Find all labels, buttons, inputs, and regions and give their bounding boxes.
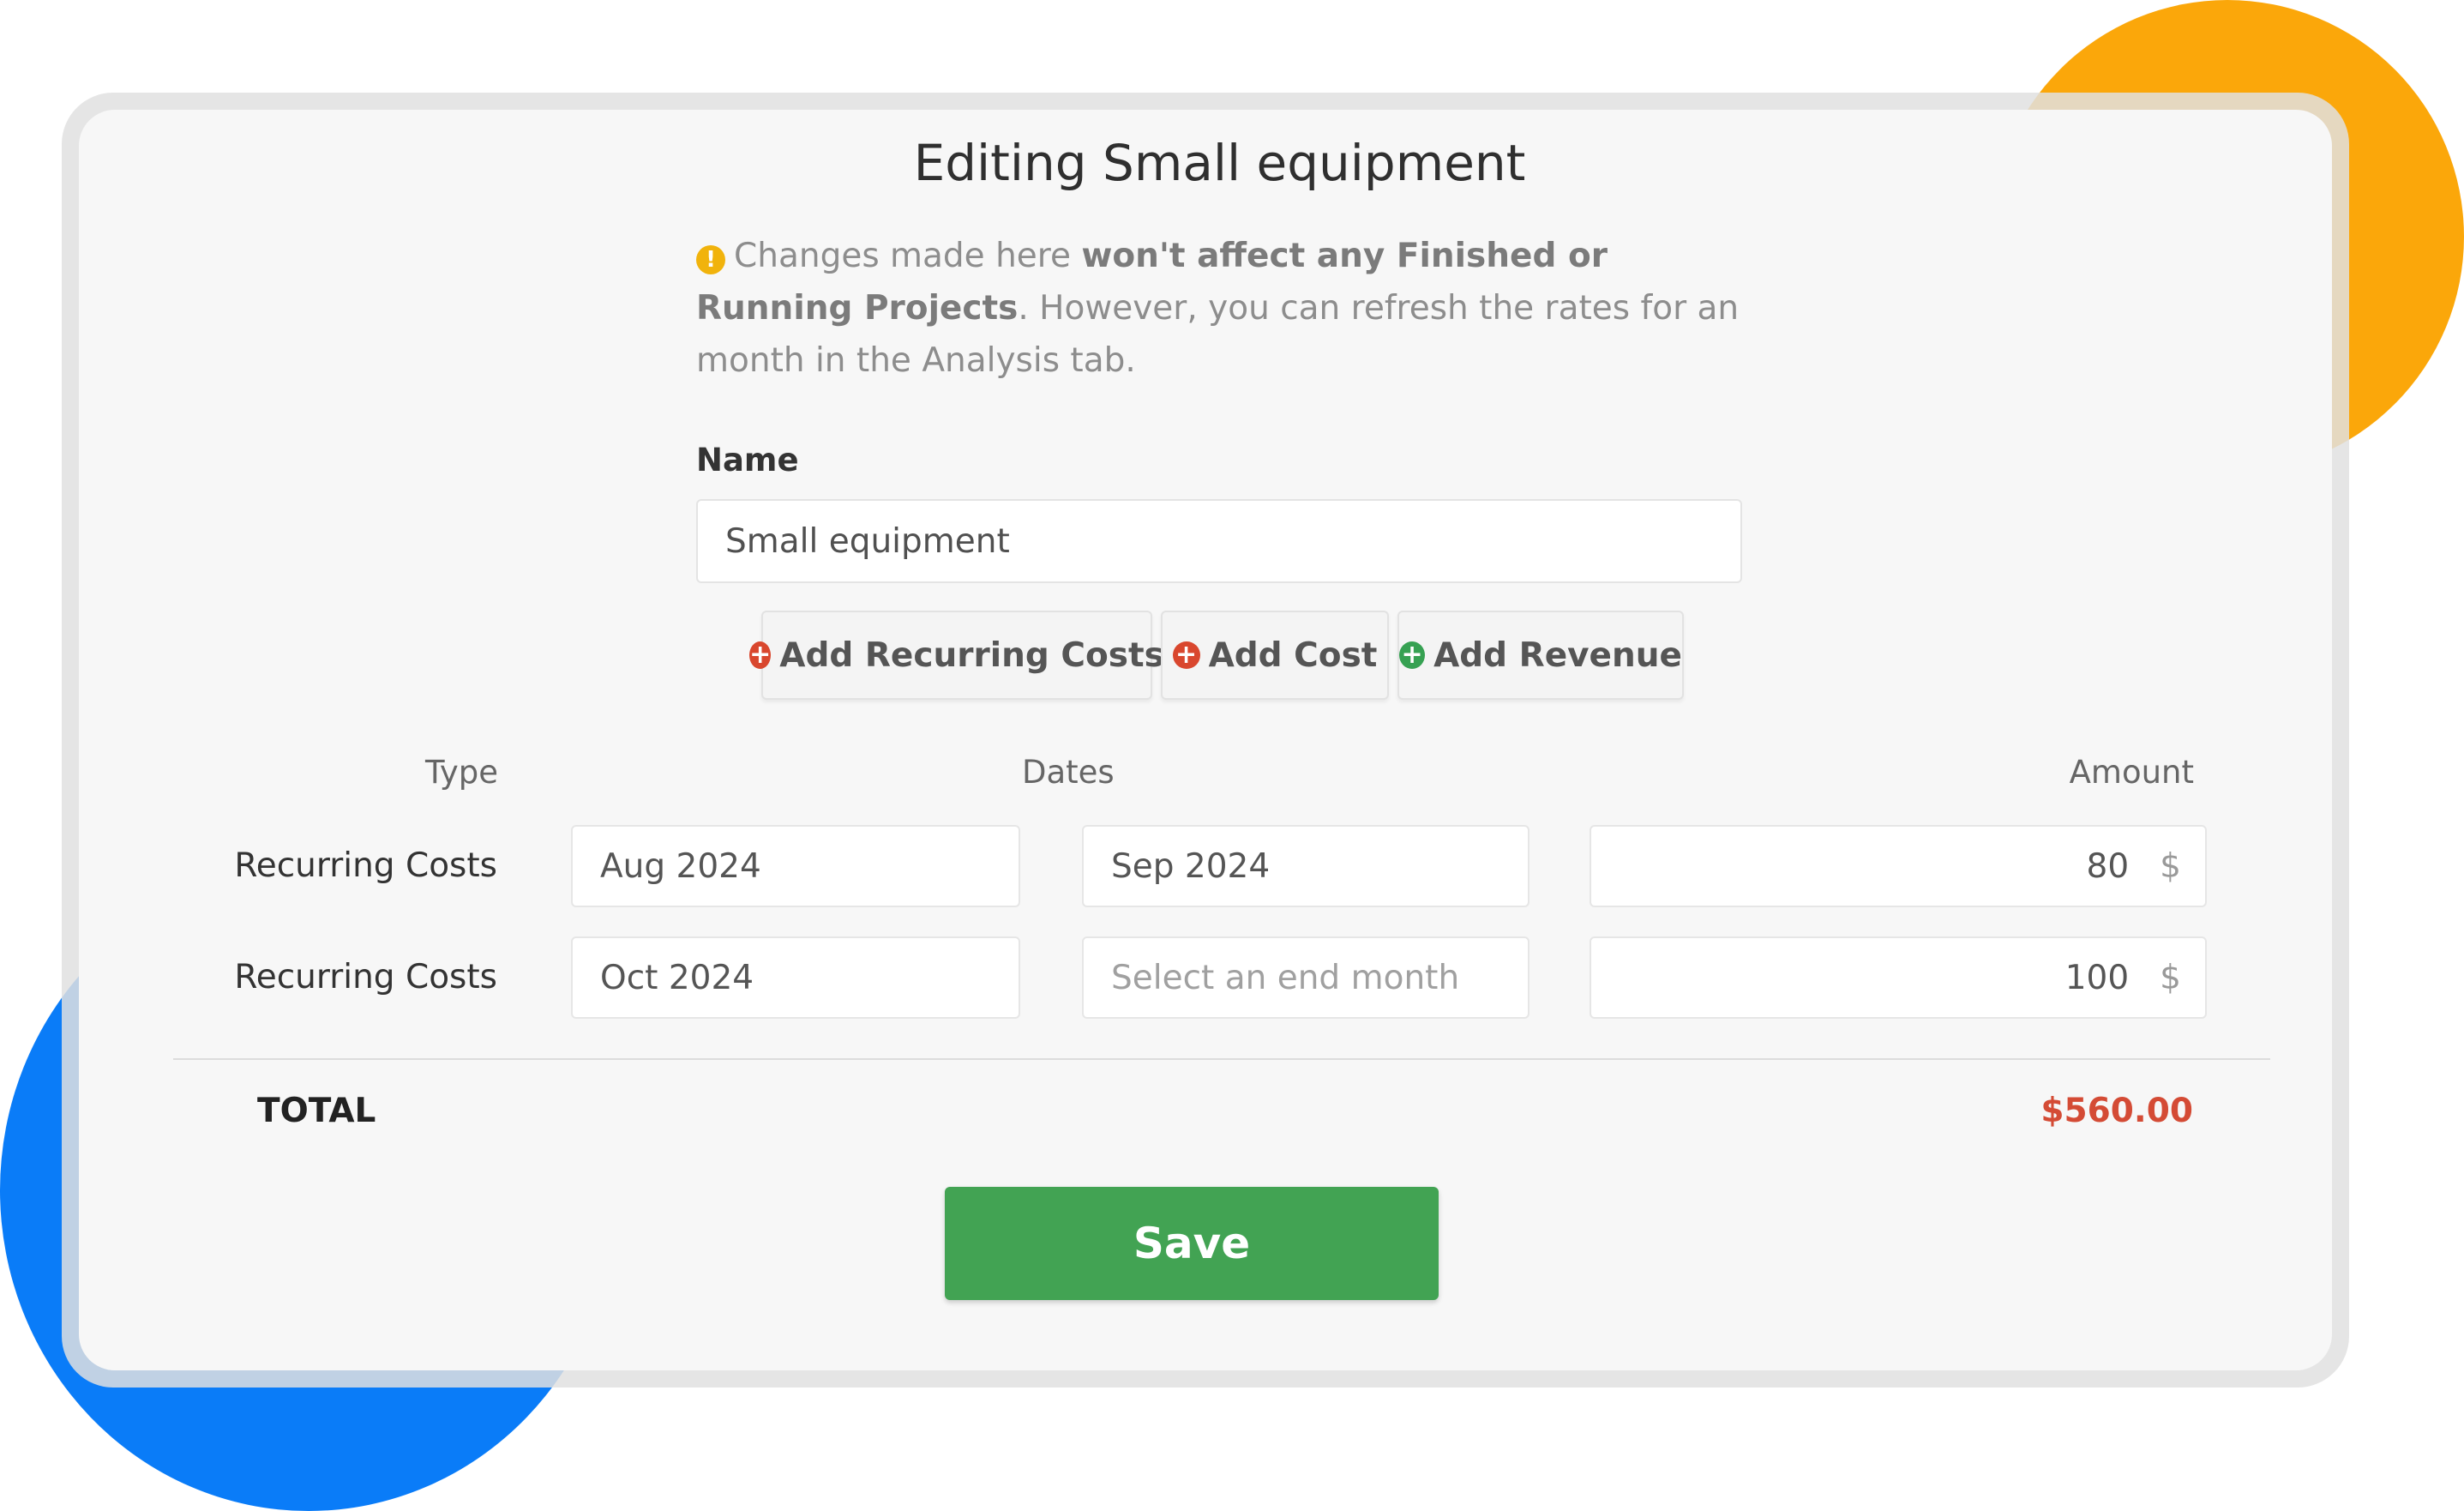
notice-text-before: Changes made here [734,237,1082,275]
amount-value: 80 [2086,846,2130,886]
total-value: $560.00 [2040,1092,2193,1130]
warning-icon: ! [696,245,725,274]
start-month-value: Aug 2024 [600,846,761,886]
start-month-value: Oct 2024 [600,958,754,997]
end-month-placeholder: Select an end month [1111,958,1460,997]
column-header-dates: Dates [1022,754,1115,791]
row-type-label: Recurring Costs [234,846,497,885]
save-button[interactable]: Save [945,1187,1439,1300]
end-month-field[interactable]: Select an end month [1082,936,1529,1019]
total-divider [173,1058,2270,1060]
start-month-field[interactable]: Aug 2024 [571,825,1020,907]
column-header-amount: Amount [2069,754,2194,791]
add-recurring-costs-label: Add Recurring Costs [779,635,1164,675]
total-label: TOTAL [257,1092,376,1130]
notice-message: ! Changes made here won't affect any Fini… [696,230,1751,387]
plus-circle-icon: + [749,640,772,670]
plus-circle-icon: + [1399,641,1426,669]
amount-value: 100 [2064,958,2130,997]
name-label: Name [696,442,799,479]
plus-circle-icon: + [1172,641,1200,669]
row-type-label: Recurring Costs [234,958,497,996]
save-label: Save [1133,1219,1251,1268]
start-month-field[interactable]: Oct 2024 [571,936,1020,1019]
add-revenue-button[interactable]: + Add Revenue [1397,611,1684,700]
dialog-title: Editing Small equipment [913,134,1526,192]
column-header-type: Type [425,754,498,791]
add-cost-button[interactable]: + Add Cost [1161,611,1389,700]
amount-field[interactable]: 100 $ [1590,936,2207,1019]
currency-symbol: $ [2160,958,2181,997]
add-cost-label: Add Cost [1208,635,1378,675]
name-input[interactable] [696,499,1742,583]
add-revenue-label: Add Revenue [1433,635,1682,675]
end-month-field[interactable]: Sep 2024 [1082,825,1529,907]
amount-field[interactable]: 80 $ [1590,825,2207,907]
end-month-value: Sep 2024 [1111,846,1271,886]
currency-symbol: $ [2160,846,2181,886]
add-recurring-costs-button[interactable]: + Add Recurring Costs [749,611,1164,700]
